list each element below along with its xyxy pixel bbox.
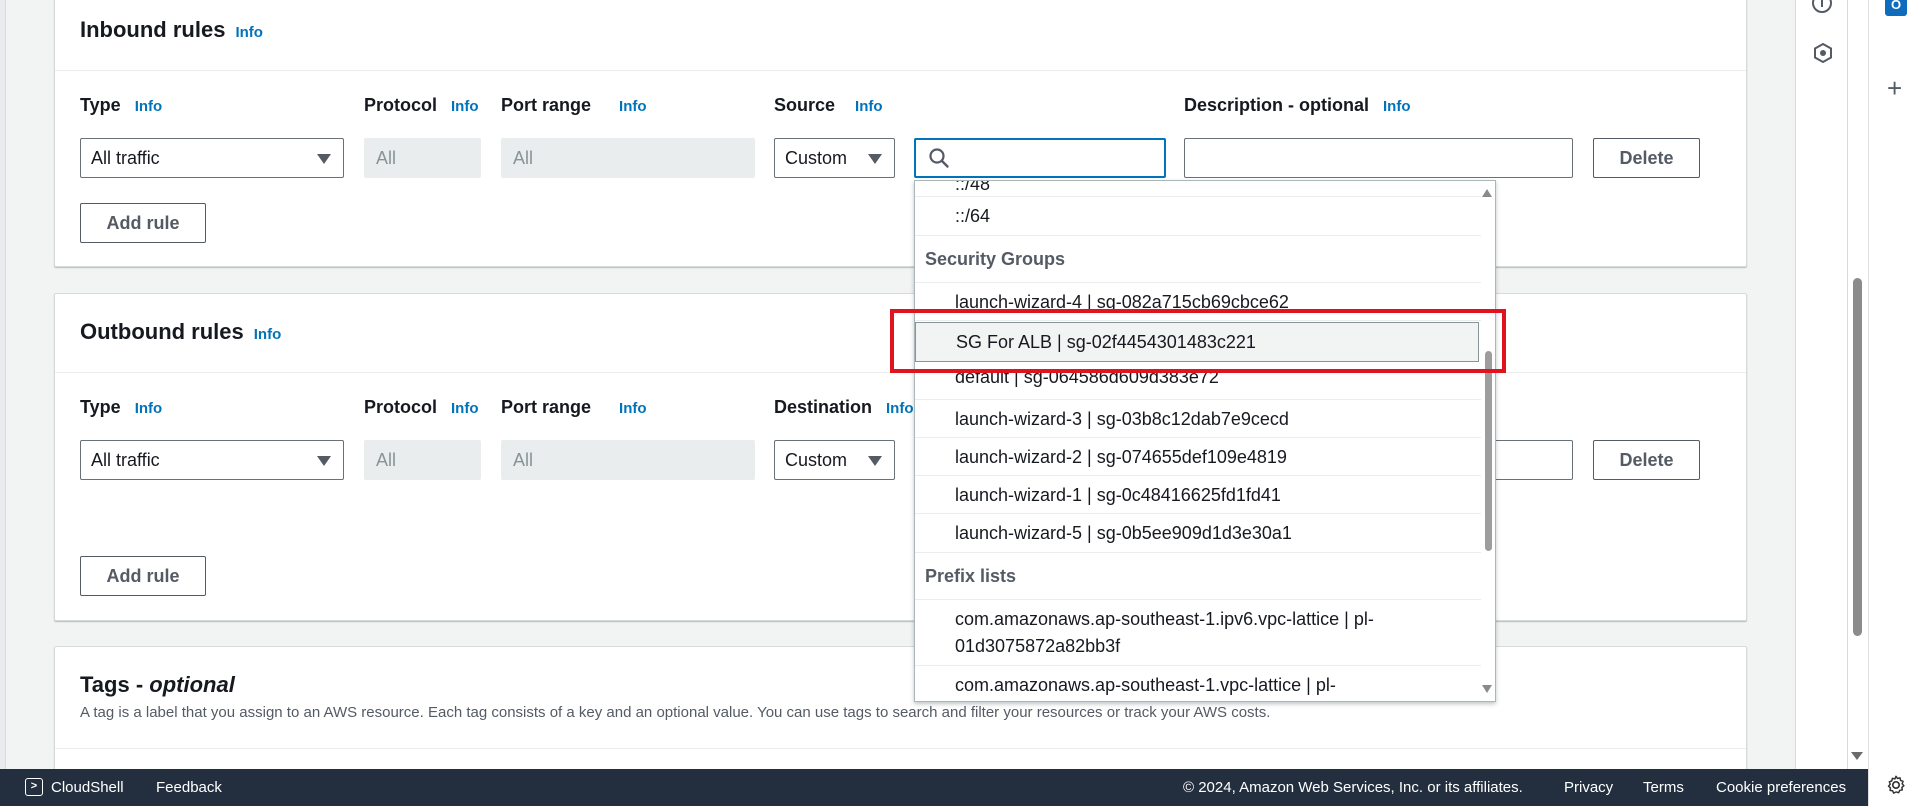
window-scroll-down-icon[interactable] [1851, 752, 1863, 760]
inbound-protocol-info-link[interactable]: Info [451, 98, 479, 115]
inbound-description-info-link[interactable]: Info [1383, 98, 1411, 115]
list-item[interactable]: com.amazonaws.ap-southeast-1.vpc-lattice… [915, 666, 1483, 701]
inbound-port-range-label: Port range Info [501, 95, 647, 115]
inbound-protocol-field: All [364, 138, 481, 178]
outbound-protocol-label: Protocol Info [364, 397, 479, 417]
list-item[interactable]: launch-wizard-1 | sg-0c48416625fd1fd41 [915, 476, 1483, 514]
outbound-delete-button[interactable]: Delete [1593, 440, 1700, 480]
main-content: Inbound rules Info Type Info Protocol Info … [0, 0, 1795, 769]
terms-link[interactable]: Terms [1643, 779, 1684, 796]
hexagon-icon[interactable] [1812, 42, 1834, 64]
utility-rail [1796, 0, 1848, 769]
list-item[interactable]: default | sg-064586d609d383e72 [915, 362, 1483, 400]
chevron-down-icon [868, 456, 882, 466]
dropdown-scroll-thumb[interactable] [1485, 351, 1492, 551]
browser-sidebar: O + [1868, 0, 1920, 806]
inbound-type-select[interactable]: All traffic [80, 138, 344, 178]
chevron-down-icon [868, 154, 882, 164]
privacy-link[interactable]: Privacy [1564, 779, 1613, 796]
list-item[interactable]: ::/64 [915, 197, 1483, 236]
list-item-selected[interactable]: SG For ALB | sg-02f4454301483c221 [915, 322, 1479, 362]
inbound-description-input[interactable] [1184, 138, 1573, 178]
console-footer: > CloudShell Feedback © 2024, Amazon Web… [0, 769, 1868, 806]
inbound-port-range-field: All [501, 138, 755, 178]
inbound-protocol-label: Protocol Info [364, 95, 479, 115]
outbound-protocol-info-link[interactable]: Info [451, 400, 479, 417]
outbound-destination-info-link[interactable]: Info [886, 400, 914, 417]
window-scrollbar-thumb[interactable] [1853, 278, 1862, 636]
outbound-destination-label: Destination Info [774, 397, 914, 417]
security-groups-group-label: Security Groups [915, 236, 1483, 283]
outlook-icon[interactable]: O [1885, 0, 1907, 16]
search-icon [929, 148, 949, 168]
info-circle-icon[interactable] [1811, 0, 1833, 14]
outbound-destination-select[interactable]: Custom [774, 440, 895, 480]
outbound-port-range-field: All [501, 440, 755, 480]
outbound-type-label: Type Info [80, 397, 163, 417]
chevron-down-icon [317, 154, 331, 164]
inbound-rules-header: Inbound rules Info [55, 0, 1746, 71]
outbound-type-select[interactable]: All traffic [80, 440, 344, 480]
inbound-source-search-input[interactable] [914, 138, 1166, 178]
list-item[interactable]: launch-wizard-2 | sg-074655def109e4819 [915, 438, 1483, 476]
list-item[interactable]: launch-wizard-3 | sg-03b8c12dab7e9cecd [915, 400, 1483, 438]
list-item[interactable]: ::/48 [915, 181, 1483, 197]
inbound-type-info-link[interactable]: Info [135, 98, 163, 115]
outbound-add-rule-button[interactable]: Add rule [80, 556, 206, 596]
tags-description: A tag is a label that you assign to an A… [80, 704, 1271, 721]
tags-title: Tags - optional [80, 672, 235, 697]
source-dropdown-list[interactable]: ::/48 ::/64 Security Groups launch-wizar… [914, 180, 1496, 702]
inbound-description-label: Description - optional Info [1184, 95, 1411, 115]
prefix-lists-group-label: Prefix lists [915, 553, 1483, 600]
outbound-rules-info-link[interactable]: Info [254, 326, 282, 343]
inbound-rules-info-link[interactable]: Info [235, 24, 263, 41]
cloudshell-link[interactable]: CloudShell [51, 779, 124, 796]
inbound-add-rule-button[interactable]: Add rule [80, 203, 206, 243]
inbound-rules-title: Inbound rules Info [80, 17, 263, 42]
inbound-delete-button[interactable]: Delete [1593, 138, 1700, 178]
cloudshell-icon[interactable]: > [25, 778, 43, 796]
inbound-type-label: Type Info [80, 95, 163, 115]
list-item[interactable]: launch-wizard-5 | sg-0b5ee909d1d3e30a1 [915, 514, 1483, 553]
inbound-port-info-link[interactable]: Info [619, 98, 647, 115]
outbound-protocol-field: All [364, 440, 481, 480]
list-item[interactable]: launch-wizard-4 | sg-082a715cb69cbce62 [915, 283, 1483, 321]
scroll-up-icon[interactable] [1482, 189, 1492, 197]
inbound-source-select[interactable]: Custom [774, 138, 895, 178]
feedback-link[interactable]: Feedback [156, 779, 222, 796]
outbound-rules-title: Outbound rules Info [80, 319, 282, 344]
inbound-source-label: Source Info [774, 95, 883, 115]
left-edge [0, 0, 6, 769]
gear-icon[interactable] [1885, 774, 1907, 796]
outbound-port-info-link[interactable]: Info [619, 400, 647, 417]
outbound-port-range-label: Port range Info [501, 397, 647, 417]
scroll-down-icon[interactable] [1482, 685, 1492, 693]
cookie-preferences-link[interactable]: Cookie preferences [1716, 779, 1846, 796]
outbound-type-info-link[interactable]: Info [135, 400, 163, 417]
plus-icon[interactable]: + [1887, 75, 1902, 101]
dropdown-scrollbar[interactable] [1481, 181, 1495, 701]
chevron-down-icon [317, 456, 331, 466]
inbound-source-info-link[interactable]: Info [855, 98, 883, 115]
list-item[interactable]: com.amazonaws.ap-southeast-1.ipv6.vpc-la… [915, 600, 1483, 666]
copyright-text: © 2024, Amazon Web Services, Inc. or its… [1183, 779, 1523, 796]
